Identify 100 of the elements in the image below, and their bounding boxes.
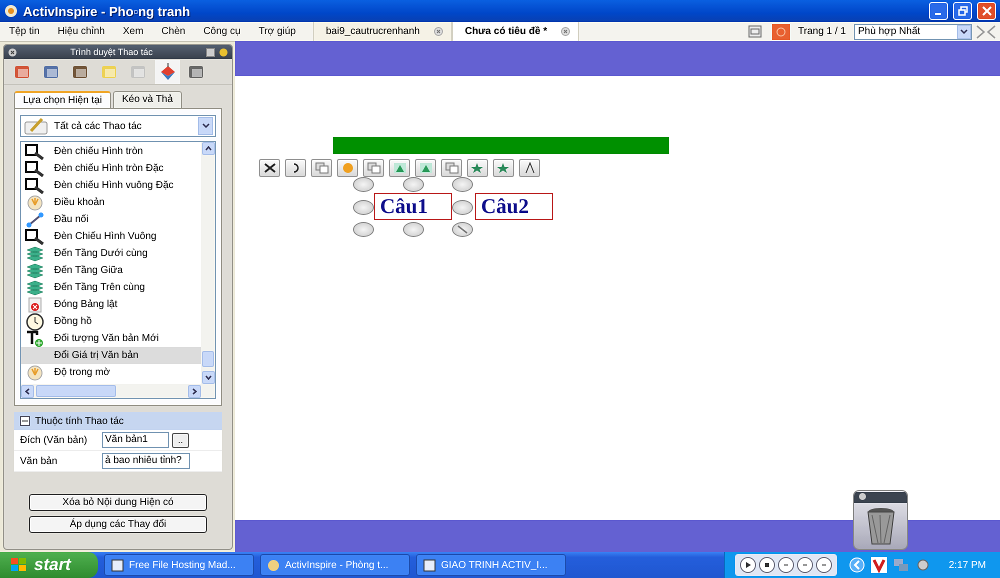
action-filter-dropdown[interactable]: Tất cả các Thao tác (20, 115, 216, 137)
text-box[interactable]: Câu2 (475, 193, 553, 220)
spinning-top-icon[interactable] (155, 60, 180, 84)
minimize-button[interactable] (929, 2, 948, 20)
property-input[interactable]: ả bao nhiêu tỉnh? (102, 453, 190, 469)
chevron-right-icon[interactable] (192, 388, 197, 394)
next-button[interactable] (796, 557, 813, 573)
action-list-item[interactable]: Điều khoản (21, 194, 201, 211)
zoom-dropdown[interactable]: Phù hợp Nhất (854, 24, 972, 40)
document-tab[interactable]: Chưa có tiêu đề * (452, 22, 580, 42)
action-list-item[interactable]: Đồng hồ (21, 313, 201, 330)
spotlight-icon (25, 178, 45, 194)
resize-icon[interactable] (259, 159, 280, 177)
rotate-handle[interactable] (452, 222, 473, 237)
close-icon[interactable] (434, 27, 443, 36)
taskbar-item[interactable]: Free File Hosting Mad... (104, 554, 254, 576)
action-list-item[interactable]: Đối tượng Văn bản Mới (21, 330, 201, 347)
action-list-item[interactable]: Đến Tầng Giữa (21, 262, 201, 279)
action-button[interactable]: Xóa bỏ Nội dung Hiện có (29, 494, 207, 511)
menu-item[interactable]: Hiệu chỉnh (48, 26, 114, 37)
menu-item[interactable]: Chèn (152, 26, 194, 37)
chevron-down-icon[interactable] (204, 375, 212, 380)
menu-item[interactable]: Trợ giúp (250, 26, 305, 37)
close-icon[interactable] (561, 27, 570, 36)
trash-can-icon (866, 507, 896, 547)
menu-item[interactable]: Xem (114, 26, 152, 37)
chevron-up-icon[interactable] (204, 146, 212, 151)
flipchart-icon[interactable] (772, 24, 790, 40)
panel-title: Trình duyệt Thao tác (69, 47, 154, 57)
menu-window-icon[interactable] (311, 159, 332, 177)
close-icon[interactable] (858, 492, 867, 501)
resize-handle[interactable] (353, 177, 374, 192)
chevron-left-icon[interactable] (25, 388, 30, 394)
chevron-down-icon[interactable] (202, 123, 210, 129)
trash-can-widget[interactable] (853, 490, 908, 550)
close-icon[interactable] (8, 48, 17, 56)
page-view-icon[interactable] (748, 25, 762, 38)
property-input[interactable]: Văn bản1 (102, 432, 169, 448)
close-document-icon (27, 296, 43, 312)
layer-down-icon[interactable] (415, 159, 436, 177)
horizontal-scrollbar[interactable] (21, 384, 215, 398)
speaker-icon[interactable] (914, 557, 931, 573)
spotlight-icon (25, 228, 45, 244)
show-hidden-icon[interactable] (848, 557, 865, 573)
resize-handle[interactable] (452, 200, 473, 215)
stop-icon[interactable] (762, 561, 771, 569)
restore-button[interactable] (953, 2, 972, 20)
document-tab[interactable]: bai9_cautrucrenhanh (312, 22, 452, 42)
browser-tab[interactable]: Lựa chọn Hiện tại (14, 91, 111, 108)
tab-label: bai9_cautrucrenhanh (326, 26, 420, 37)
dock-icon[interactable] (206, 48, 215, 56)
sun-icon[interactable] (337, 159, 358, 177)
restore-icon[interactable] (958, 6, 968, 16)
action-list-item[interactable]: Đèn chiếu Hình tròn Đặc (21, 160, 201, 177)
resize-handle[interactable] (403, 222, 424, 237)
action-list-item[interactable]: Đến Tầng Dưới cùng (21, 245, 201, 262)
rotate-icon[interactable] (285, 159, 306, 177)
spotlight-icon (25, 144, 45, 160)
taskbar-item[interactable]: ActivInspire - Phòng t... (260, 554, 410, 576)
action-list-item[interactable]: Đèn chiếu Hình vuông Đặc (21, 177, 201, 194)
play-button[interactable] (740, 557, 756, 573)
fullscreen-icon[interactable] (976, 24, 996, 38)
menu-item[interactable]: Tệp tin (0, 26, 49, 37)
scroll-thumb[interactable] (36, 385, 116, 397)
action-list-item[interactable]: Đổi Giá trị Văn bản (21, 347, 201, 364)
program-icon (267, 558, 280, 572)
window-title: ActivInspire - Pho▫ng tranh (23, 4, 192, 18)
menu-item[interactable]: Công cụ (194, 26, 250, 37)
duplicate-icon[interactable] (441, 159, 462, 177)
volume-button[interactable] (816, 557, 832, 573)
close-button[interactable] (977, 2, 996, 20)
browse-button[interactable]: .. (172, 432, 189, 448)
spell-icon[interactable] (519, 159, 540, 177)
scroll-thumb[interactable] (202, 351, 214, 367)
resize-handle[interactable] (353, 200, 374, 215)
chevron-down-icon[interactable] (960, 28, 968, 34)
resize-handle[interactable] (452, 177, 473, 192)
resize-handle[interactable] (403, 177, 424, 192)
antivirus-icon[interactable] (870, 557, 887, 573)
text-box[interactable]: Câu1 (374, 193, 452, 220)
action-list-item[interactable]: Độ trong mờ (21, 364, 201, 381)
action-list-item[interactable]: Đóng Bảng lật (21, 296, 201, 313)
action-list-item[interactable]: Đèn chiếu Hình tròn (21, 143, 201, 160)
pencil-icon (24, 117, 50, 135)
layers-icon[interactable] (363, 159, 384, 177)
pin-icon[interactable] (219, 48, 228, 56)
stop-button[interactable] (758, 557, 775, 573)
resize-handle[interactable] (353, 222, 374, 237)
previous-button[interactable] (778, 557, 794, 573)
browser-tab[interactable]: Kéo và Thả (112, 91, 182, 108)
action-list-item[interactable]: Đầu nối (21, 211, 201, 228)
connector-icon (26, 212, 44, 228)
action-list-item[interactable]: Đèn Chiếu Hình Vuông (21, 228, 201, 245)
layers-icon (26, 262, 44, 278)
taskbar-item[interactable]: GIAO TRINH ACTIV_I... (416, 554, 566, 576)
play-icon[interactable] (744, 561, 752, 569)
layer-up-icon[interactable] (389, 159, 410, 177)
action-button[interactable]: Áp dụng các Thay đổi (29, 516, 207, 533)
vertical-scrollbar[interactable] (201, 142, 215, 384)
action-list-item[interactable]: Đến Tầng Trên cùng (21, 279, 201, 296)
